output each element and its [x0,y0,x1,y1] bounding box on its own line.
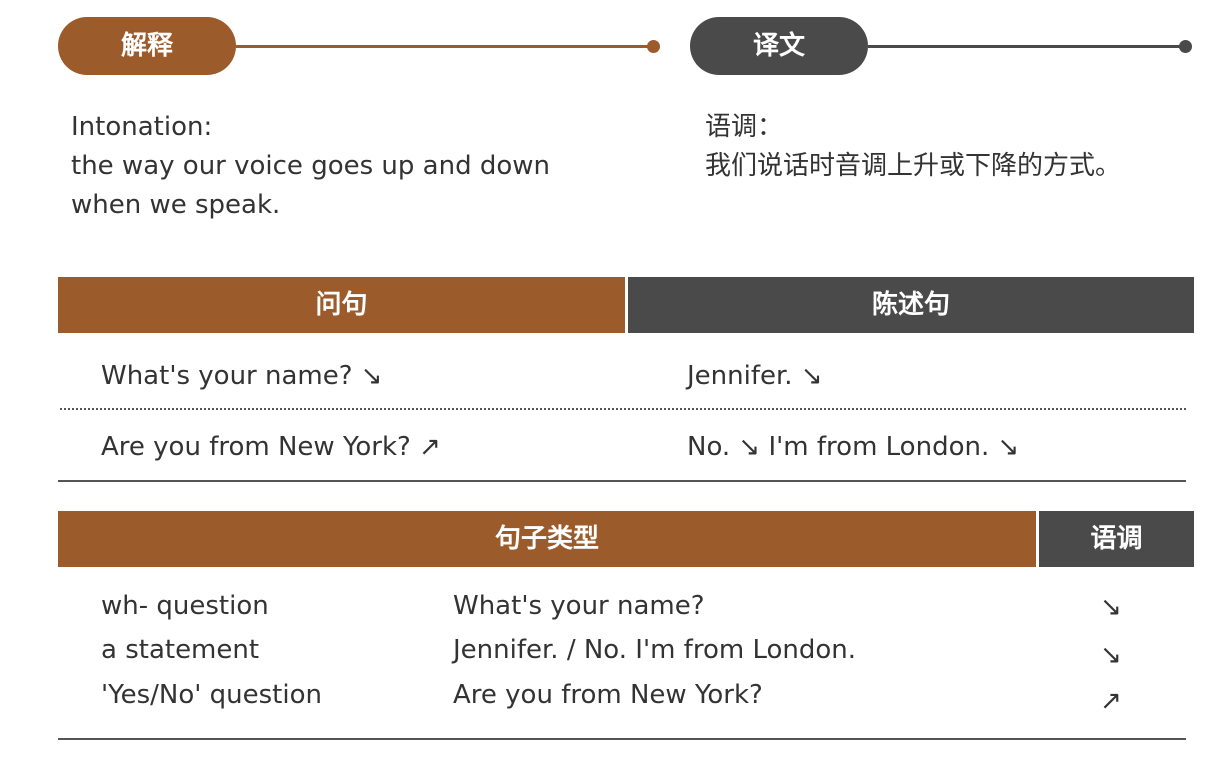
translation-text: 语调： 我们说话时音调上升或下降的方式。 [705,108,1121,186]
explain-line: the way our voice goes up and down [71,151,550,181]
explain-rule [236,45,654,48]
type-example-1: What's your name? [453,591,705,621]
types-bottom-rule [58,738,1186,740]
explain-line: Intonation: [71,112,213,142]
translation-rule [868,45,1186,48]
example-answer-2: No. ↘ I'm from London. ↘ [687,432,1020,462]
type-name-1: wh- question [101,591,269,621]
examples-bottom-rule [58,480,1186,482]
explain-line: when we speak. [71,190,281,220]
examples-row-divider [60,408,1186,410]
translation-rule-dot [1179,40,1192,53]
explain-label: 解释 [58,17,236,75]
examples-header-question: 问句 [58,277,625,333]
arrow-down-icon: ↘ [1100,640,1122,670]
type-example-3: Are you from New York? [453,680,763,710]
explain-text: Intonation: the way our voice goes up an… [71,108,550,225]
arrow-up-icon: ↗ [1100,686,1122,716]
example-question-2: Are you from New York? ↗ [101,432,441,462]
example-question-1: What's your name? ↘ [101,361,383,391]
example-answer-1: Jennifer. ↘ [687,361,823,391]
type-example-2: Jennifer. / No. I'm from London. [453,635,857,665]
explain-rule-dot [647,40,660,53]
translation-label: 译文 [690,17,868,75]
type-name-3: 'Yes/No' question [101,680,322,710]
type-name-2: a statement [101,635,260,665]
types-header-type: 句子类型 [58,511,1036,567]
translation-line: 语调： [705,112,784,142]
translation-line: 我们说话时音调上升或下降的方式。 [705,151,1122,181]
arrow-down-icon: ↘ [1100,592,1122,622]
types-header-intonation: 语调 [1039,511,1194,567]
examples-header-statement: 陈述句 [628,277,1194,333]
